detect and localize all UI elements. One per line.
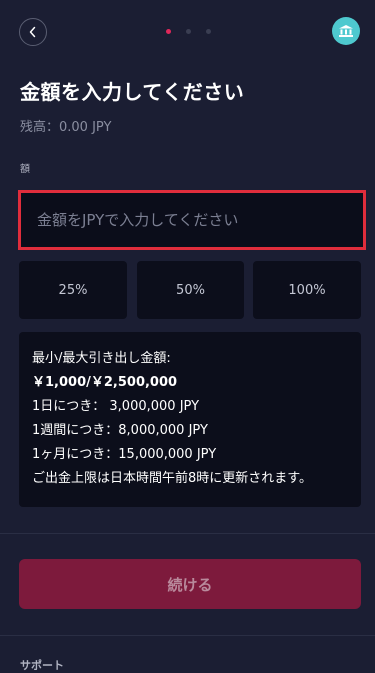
amount-input[interactable] — [27, 197, 357, 243]
limits-min-max: ￥1,000/￥2,500,000 — [32, 375, 178, 390]
limit-monthly: 1ヶ月につき：15,000,000 JPY — [32, 447, 217, 462]
back-button[interactable] — [19, 18, 47, 46]
step-dot-1 — [166, 29, 171, 34]
balance-text: 残高：0.00 JPY — [20, 120, 112, 135]
withdrawal-limits-box: 最小/最大引き出し金額: ￥1,000/￥2,500,000 1日につき： 3,… — [19, 332, 361, 507]
chevron-left-icon — [29, 26, 36, 38]
top-bar — [0, 0, 375, 64]
divider — [0, 635, 375, 636]
limits-reset-note: ご出金上限は日本時間午前8時に更新されます。 — [32, 471, 312, 486]
limit-weekly: 1週間につき：8,000,000 JPY — [32, 423, 208, 438]
step-indicator — [166, 29, 211, 34]
step-dot-2 — [186, 29, 191, 34]
bank-button[interactable] — [332, 17, 360, 45]
page-title: 金額を入力してください — [20, 80, 245, 104]
continue-button[interactable]: 続ける — [19, 559, 361, 609]
amount-label: 額 — [20, 164, 30, 175]
limits-heading: 最小/最大引き出し金額: — [32, 351, 171, 366]
preset-100-button[interactable]: 100% — [253, 261, 361, 319]
preset-25-button[interactable]: 25% — [19, 261, 127, 319]
limit-daily: 1日につき： 3,000,000 JPY — [32, 399, 200, 414]
support-label: サポート — [20, 659, 64, 672]
bank-icon — [339, 25, 353, 37]
preset-50-button[interactable]: 50% — [137, 261, 244, 319]
step-dot-3 — [206, 29, 211, 34]
amount-input-container — [18, 190, 366, 250]
divider — [0, 533, 375, 534]
